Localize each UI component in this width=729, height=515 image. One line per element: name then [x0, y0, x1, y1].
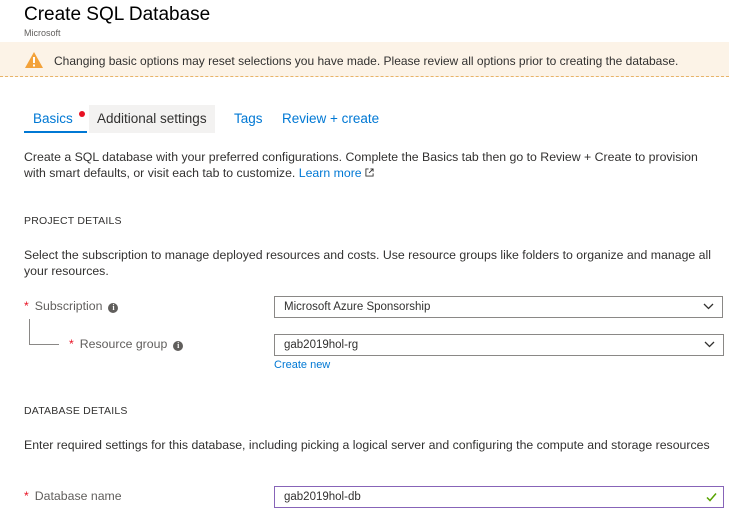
- warning-icon: [25, 52, 43, 68]
- external-link-icon: [365, 168, 374, 177]
- page-title: Create SQL Database: [24, 4, 211, 25]
- tab-tags[interactable]: Tags: [234, 111, 263, 126]
- database-name-input[interactable]: gab2019hol-db: [274, 486, 724, 508]
- checkmark-icon: [706, 493, 717, 502]
- tree-connector-horizontal: [29, 344, 59, 345]
- resource-group-value: gab2019hol-rg: [284, 339, 359, 351]
- database-name-label: * Database name: [24, 489, 122, 503]
- required-asterisk: *: [24, 489, 29, 503]
- tab-basics[interactable]: Basics: [33, 111, 85, 126]
- tab-review-create[interactable]: Review + create: [282, 111, 379, 126]
- chevron-down-icon: [704, 341, 715, 348]
- database-name-value: gab2019hol-db: [284, 491, 361, 503]
- subscription-label: * Subscription i: [24, 299, 119, 313]
- tree-connector-vertical: [29, 319, 30, 344]
- database-name-label-text: Database name: [34, 489, 122, 503]
- resource-group-label: * Resource group i: [69, 337, 184, 351]
- project-details-description: Select the subscription to manage deploy…: [24, 248, 711, 278]
- intro-text: Create a SQL database with your preferre…: [24, 149, 714, 181]
- tab-basics-label: Basics: [33, 111, 73, 126]
- resource-group-label-text: Resource group: [79, 337, 168, 351]
- database-details-heading: DATABASE DETAILS: [24, 405, 128, 417]
- publisher-label: Microsoft: [24, 28, 61, 38]
- warning-banner: Changing basic options may reset selecti…: [0, 42, 729, 77]
- info-icon[interactable]: i: [173, 341, 184, 351]
- error-dot-icon: [78, 111, 85, 117]
- required-asterisk: *: [24, 299, 29, 313]
- subscription-value: Microsoft Azure Sponsorship: [284, 301, 431, 313]
- chevron-down-icon: [703, 303, 714, 310]
- create-new-link[interactable]: Create new: [274, 359, 330, 371]
- project-details-heading: PROJECT DETAILS: [24, 215, 122, 227]
- learn-more-label: Learn more: [298, 166, 362, 180]
- database-details-description: Enter required settings for this databas…: [24, 438, 710, 452]
- subscription-label-text: Subscription: [34, 299, 103, 313]
- selected-tab-indicator: [24, 131, 87, 133]
- warning-text: Changing basic options may reset selecti…: [54, 54, 679, 68]
- learn-more-link[interactable]: Learn more: [299, 166, 374, 180]
- required-asterisk: *: [69, 337, 74, 351]
- info-icon[interactable]: i: [108, 303, 119, 313]
- tab-additional-settings[interactable]: Additional settings: [89, 105, 215, 133]
- subscription-select[interactable]: Microsoft Azure Sponsorship: [274, 296, 723, 318]
- resource-group-select[interactable]: gab2019hol-rg: [274, 334, 724, 356]
